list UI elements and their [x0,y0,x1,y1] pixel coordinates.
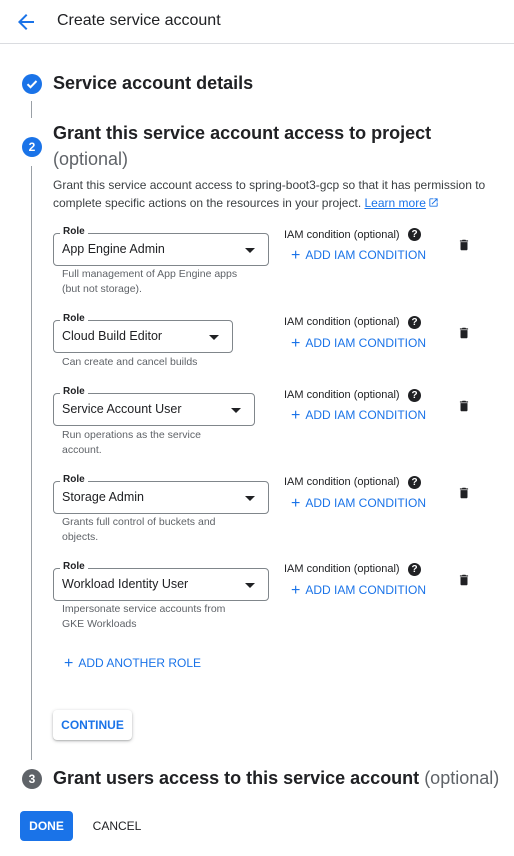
plus-icon: + [64,655,74,672]
step-2-title: Grant this service account access to pro… [53,123,431,144]
dropdown-caret-icon [245,248,255,253]
iam-condition-label-2: IAM condition (optional) [284,316,400,328]
iam-condition-label-5: IAM condition (optional) [284,563,400,575]
role-select-5[interactable]: Role Workload Identity User [53,561,269,601]
role-description-4: Grants full control of buckets and objec… [62,516,216,543]
step-2-optional: (optional) [53,149,129,169]
step-1-title[interactable]: Service account details [53,73,253,94]
add-iam-condition-label: ADD IAM CONDITION [305,248,427,262]
learn-more-text: Learn more [364,196,426,210]
role-select-1[interactable]: Role App Engine Admin [53,226,269,266]
step-2-title-text: Grant this service account access to pro… [53,123,432,143]
help-icon[interactable]: ? [408,563,421,576]
add-iam-condition-label: ADD IAM CONDITION [305,408,427,422]
step-1-title-text: Service account details [53,73,254,93]
delete-icon[interactable] [457,399,471,413]
role-select-2[interactable]: Role Cloud Build Editor [53,313,233,353]
step-3-title-text: Grant users access to this service accou… [53,768,420,788]
dropdown-caret-icon [209,335,219,340]
plus-icon: + [291,407,301,424]
add-another-role-label: ADD ANOTHER ROLE [78,656,202,670]
step-3-optional: (optional) [424,768,500,788]
cancel-button[interactable]: CANCEL [87,811,147,841]
add-iam-condition-button-1[interactable]: + ADD IAM CONDITION [291,247,426,265]
role-select-4[interactable]: Role Storage Admin [53,474,269,514]
role-description-1: Full management of App Engine apps (but … [62,268,238,295]
role-value: Cloud Build Editor [62,329,163,343]
step-3-number: 3 [22,769,42,789]
delete-icon[interactable] [457,573,471,587]
continue-button[interactable]: CONTINUE [53,710,132,740]
role-value: Service Account User [62,402,182,416]
role-value: Storage Admin [62,490,144,504]
delete-icon[interactable] [457,486,471,500]
role-label: Role [60,313,88,324]
plus-icon: + [291,335,301,352]
step-2-number: 2 [22,137,42,157]
role-label: Role [60,474,88,485]
role-value: App Engine Admin [62,242,165,256]
role-description-2: Can create and cancel builds [62,356,198,368]
app-header: Create service account [0,0,514,44]
open-in-new-icon [429,198,438,207]
add-iam-condition-label: ADD IAM CONDITION [305,336,427,350]
role-label: Role [60,226,88,237]
iam-condition-label-3: IAM condition (optional) [284,389,400,401]
learn-more-link[interactable]: Learn more [365,196,439,210]
done-button[interactable]: DONE [20,811,73,841]
plus-icon: + [291,247,301,264]
add-iam-condition-button-3[interactable]: + ADD IAM CONDITION [291,407,426,425]
role-label: Role [60,386,88,397]
delete-icon[interactable] [457,326,471,340]
arrow-back-icon[interactable] [14,10,38,34]
iam-condition-label-1: IAM condition (optional) [284,229,400,241]
page-title: Create service account [57,12,221,29]
step-connector-1 [31,101,32,118]
step-connector-2 [31,166,32,760]
help-icon[interactable]: ? [408,228,421,241]
add-iam-condition-label: ADD IAM CONDITION [305,583,427,597]
add-iam-condition-button-4[interactable]: + ADD IAM CONDITION [291,495,426,513]
step-3-title[interactable]: Grant users access to this service accou… [53,768,499,789]
help-icon[interactable]: ? [408,476,421,489]
role-value: Workload Identity User [62,577,189,591]
dropdown-caret-icon [245,583,255,588]
add-iam-condition-button-5[interactable]: + ADD IAM CONDITION [291,582,426,600]
delete-icon[interactable] [457,238,471,252]
role-description-5: Impersonate service accounts from GKE Wo… [62,603,226,630]
add-iam-condition-button-2[interactable]: + ADD IAM CONDITION [291,335,426,353]
add-iam-condition-label: ADD IAM CONDITION [305,496,427,510]
add-another-role-button[interactable]: + ADD ANOTHER ROLE [64,655,201,673]
role-label: Role [60,561,88,572]
plus-icon: + [291,582,301,599]
grant-description: Grant this service account access to spr… [53,176,493,212]
role-description-3: Run operations as the service account. [62,429,201,456]
plus-icon: + [291,495,301,512]
step-1-complete-check-icon [22,74,42,94]
dropdown-caret-icon [231,408,241,413]
help-icon[interactable]: ? [408,389,421,402]
iam-condition-label-4: IAM condition (optional) [284,476,400,488]
role-select-3[interactable]: Role Service Account User [53,386,255,426]
help-icon[interactable]: ? [408,316,421,329]
dropdown-caret-icon [245,496,255,501]
